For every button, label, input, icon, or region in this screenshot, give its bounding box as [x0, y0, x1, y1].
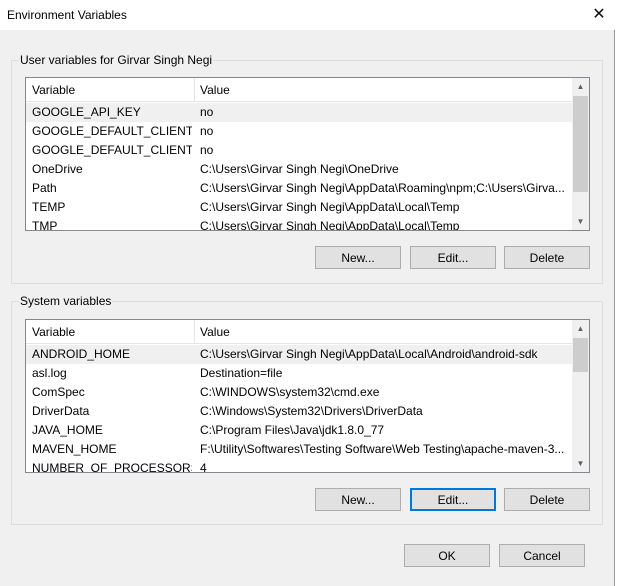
variable-name: asl.log	[32, 366, 67, 380]
variable-name: GOOGLE_DEFAULT_CLIENT_S...	[32, 143, 192, 157]
user-edit-button[interactable]: Edit...	[410, 246, 496, 269]
variable-name: Path	[32, 181, 57, 195]
variable-name: DriverData	[32, 404, 90, 418]
column-header-variable[interactable]: Variable	[26, 78, 194, 102]
list-item[interactable]: JAVA_HOME C:\Program Files\Java\jdk1.8.0_…	[26, 421, 573, 440]
chevron-down-icon: ▼	[576, 459, 585, 468]
variable-value: C:\WINDOWS\system32\cmd.exe	[200, 385, 380, 399]
variable-value: C:\Users\Girvar Singh Negi\AppData\Roami…	[200, 181, 565, 195]
column-header-variable[interactable]: Variable	[26, 320, 194, 344]
variable-name: ComSpec	[32, 385, 85, 399]
user-new-button[interactable]: New...	[315, 246, 401, 269]
variable-value: no	[200, 124, 214, 138]
variable-name: OneDrive	[32, 162, 83, 176]
environment-variables-dialog: Environment Variables ✕ User variables f…	[0, 0, 615, 586]
variable-value: C:\Users\Girvar Singh Negi\AppData\Local…	[200, 219, 460, 231]
chevron-down-icon: ▼	[576, 217, 585, 226]
system-variables-label: System variables	[19, 294, 113, 308]
scroll-down-arrow[interactable]: ▼	[572, 213, 589, 230]
variable-name: TEMP	[32, 200, 66, 214]
system-list-scrollbar[interactable]: ▲ ▼	[572, 320, 589, 472]
list-item[interactable]: OneDrive C:\Users\Girvar Singh Negi\OneDr…	[26, 160, 573, 179]
close-button[interactable]: ✕	[586, 3, 612, 25]
variable-name: GOOGLE_API_KEY	[32, 105, 141, 119]
variable-value: C:\Users\Girvar Singh Negi\AppData\Local…	[200, 347, 538, 361]
list-item[interactable]: Path C:\Users\Girvar Singh Negi\AppData\R…	[26, 179, 573, 198]
cancel-button[interactable]: Cancel	[499, 544, 585, 567]
system-list-header: Variable Value	[26, 320, 573, 344]
variable-value: C:\Users\Girvar Singh Negi\OneDrive	[200, 162, 399, 176]
list-item[interactable]: ANDROID_HOME C:\Users\Girvar Singh Negi\A…	[26, 345, 573, 364]
list-item[interactable]: asl.log Destination=file	[26, 364, 573, 383]
ok-button[interactable]: OK	[404, 544, 490, 567]
column-header-value[interactable]: Value	[194, 320, 573, 344]
variable-name: NUMBER_OF_PROCESSORS	[32, 461, 192, 473]
list-item[interactable]: MAVEN_HOME F:\Utility\Softwares\Testing S…	[26, 440, 573, 459]
scroll-thumb[interactable]	[573, 338, 588, 372]
variable-name: MAVEN_HOME	[32, 442, 117, 456]
variable-name: TMP	[32, 219, 58, 231]
list-item[interactable]: TEMP C:\Users\Girvar Singh Negi\AppData\L…	[26, 198, 573, 217]
variable-name: ANDROID_HOME	[32, 347, 131, 361]
list-item[interactable]: TMP C:\Users\Girvar Singh Negi\AppData\Lo…	[26, 217, 573, 231]
system-delete-button[interactable]: Delete	[504, 488, 590, 511]
user-variables-label: User variables for Girvar Singh Negi	[19, 53, 214, 67]
title-bar: Environment Variables ✕	[0, 0, 615, 30]
scroll-up-arrow[interactable]: ▲	[572, 320, 589, 337]
variable-value: no	[200, 105, 214, 119]
user-variables-list[interactable]: Variable Value GOOGLE_API_KEY no GOOGLE_DE…	[25, 77, 590, 231]
user-list-scrollbar[interactable]: ▲ ▼	[572, 78, 589, 230]
variable-value: F:\Utility\Softwares\Testing Software\We…	[200, 442, 565, 456]
column-header-value[interactable]: Value	[194, 78, 573, 102]
variable-value: 4	[200, 461, 207, 473]
list-item[interactable]: DriverData C:\Windows\System32\Drivers\Dr…	[26, 402, 573, 421]
scroll-thumb[interactable]	[573, 96, 588, 192]
system-variables-list[interactable]: Variable Value ANDROID_HOME C:\Users\Girv…	[25, 319, 590, 473]
user-list-header: Variable Value	[26, 78, 573, 102]
scroll-up-arrow[interactable]: ▲	[572, 78, 589, 95]
list-item[interactable]: GOOGLE_DEFAULT_CLIENT_S... no	[26, 141, 573, 160]
chevron-up-icon: ▲	[576, 82, 585, 91]
variable-name: JAVA_HOME	[32, 423, 103, 437]
chevron-up-icon: ▲	[576, 324, 585, 333]
variable-value: Destination=file	[200, 366, 283, 380]
variable-value: C:\Program Files\Java\jdk1.8.0_77	[200, 423, 385, 437]
variable-value: C:\Windows\System32\Drivers\DriverData	[200, 404, 423, 418]
list-item[interactable]: GOOGLE_API_KEY no	[26, 103, 573, 122]
variable-value: no	[200, 143, 214, 157]
system-new-button[interactable]: New...	[315, 488, 401, 511]
variable-value: C:\Users\Girvar Singh Negi\AppData\Local…	[200, 200, 460, 214]
list-item[interactable]: ComSpec C:\WINDOWS\system32\cmd.exe	[26, 383, 573, 402]
user-delete-button[interactable]: Delete	[504, 246, 590, 269]
list-item[interactable]: GOOGLE_DEFAULT_CLIENT_ID no	[26, 122, 573, 141]
close-icon: ✕	[592, 6, 606, 23]
list-item[interactable]: NUMBER_OF_PROCESSORS 4	[26, 459, 573, 473]
variable-name: GOOGLE_DEFAULT_CLIENT_ID	[32, 124, 192, 138]
window-title: Environment Variables	[7, 8, 127, 22]
scroll-down-arrow[interactable]: ▼	[572, 455, 589, 472]
system-edit-button[interactable]: Edit...	[410, 488, 496, 511]
